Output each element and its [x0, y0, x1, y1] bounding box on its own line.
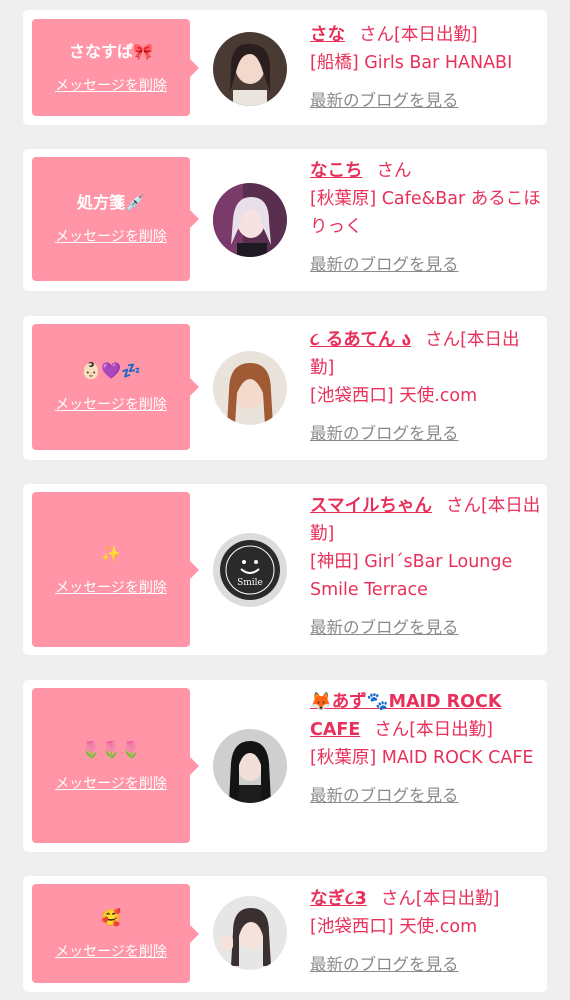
message-bubble: 処方箋💉 メッセージを削除 — [32, 157, 199, 281]
delete-message-link[interactable]: メッセージを削除 — [55, 75, 167, 95]
avatar[interactable] — [213, 32, 287, 106]
message-text: 🥰 — [101, 907, 121, 927]
status-text: さん[本日出勤] — [374, 720, 493, 740]
card-info: なぎ૮3 さん[本日出勤] [池袋西口] 天使.com 最新のブログを見る — [310, 885, 542, 979]
user-name-link[interactable]: ૮ るあてん ა — [310, 330, 411, 350]
latest-blog-link[interactable]: 最新のブログを見る — [310, 614, 542, 642]
delete-message-link[interactable]: メッセージを削除 — [55, 773, 167, 793]
message-list: さなすぱ🎀 メッセージを削除 さな さん[本日出勤] [船橋] Girls Bar… — [0, 0, 570, 1000]
latest-blog-link[interactable]: 最新のブログを見る — [310, 251, 542, 279]
delete-message-link[interactable]: メッセージを削除 — [55, 226, 167, 246]
user-name-link[interactable]: なぎ૮3 — [310, 889, 367, 909]
status-text: さん[本日出勤] — [359, 25, 478, 45]
delete-message-link[interactable]: メッセージを削除 — [55, 394, 167, 414]
avatar[interactable] — [213, 729, 287, 803]
message-card: 🥰 メッセージを削除 なぎ૮3 さん[本日出勤] [池袋西口] 天使.com 最新… — [23, 876, 547, 992]
latest-blog-link[interactable]: 最新のブログを見る — [310, 951, 542, 979]
svg-text:Smile: Smile — [237, 578, 263, 588]
message-card: 👶🏻💜💤 メッセージを削除 ૮ るあてん ა さん[本日出勤] [池袋西口] 天使… — [23, 316, 547, 460]
latest-blog-link[interactable]: 最新のブログを見る — [310, 420, 542, 448]
avatar[interactable]: Smile — [213, 533, 287, 607]
avatar[interactable] — [213, 183, 287, 257]
message-card: ✨ メッセージを削除 Smile スマイルちゃん さん[本日出勤] [神田] Gi… — [23, 484, 547, 655]
status-text: さん[本日出勤] — [380, 889, 500, 909]
message-text: 👶🏻💜💤 — [81, 361, 141, 380]
message-bubble: ✨ メッセージを削除 — [32, 492, 199, 647]
shop-name: [池袋西口] 天使.com — [310, 917, 478, 937]
message-card: さなすぱ🎀 メッセージを削除 さな さん[本日出勤] [船橋] Girls Bar… — [23, 10, 547, 125]
status-text: さん — [376, 161, 412, 181]
latest-blog-link[interactable]: 最新のブログを見る — [310, 87, 542, 115]
user-name-link[interactable]: なこち — [310, 161, 363, 181]
shop-name: [神田] Girl´sBar Lounge Smile Terrace — [310, 552, 513, 600]
message-bubble: 👶🏻💜💤 メッセージを削除 — [32, 324, 199, 450]
message-text: 🌷🌷🌷 — [81, 739, 141, 759]
avatar[interactable] — [213, 896, 287, 970]
card-info: ૮ るあてん ა さん[本日出勤] [池袋西口] 天使.com 最新のブログを見る — [310, 326, 542, 448]
message-text: 処方箋💉 — [77, 193, 145, 212]
card-info: スマイルちゃん さん[本日出勤] [神田] Girl´sBar Lounge Sm… — [310, 492, 542, 642]
card-info: さな さん[本日出勤] [船橋] Girls Bar HANABI 最新のブログを… — [310, 21, 542, 115]
card-info: 🦊あず🐾MAID ROCK CAFE さん[本日出勤] [秋葉原] MAID RO… — [310, 688, 542, 810]
message-text: さなすぱ🎀 — [69, 41, 153, 61]
shop-name: [船橋] Girls Bar HANABI — [310, 53, 513, 73]
card-info: なこち さん [秋葉原] Cafe&Bar あるこほりっく 最新のブログを見る — [310, 157, 542, 279]
latest-blog-link[interactable]: 最新のブログを見る — [310, 782, 542, 810]
shop-name: [池袋西口] 天使.com — [310, 386, 478, 406]
message-card: 🌷🌷🌷 メッセージを削除 🦊あず🐾MAID ROCK CAFE さん[本日出勤] … — [23, 680, 547, 852]
message-bubble: さなすぱ🎀 メッセージを削除 — [32, 19, 199, 116]
shop-name: [秋葉原] Cafe&Bar あるこほりっく — [310, 189, 541, 237]
message-text: ✨ — [101, 543, 121, 563]
message-bubble: 🥰 メッセージを削除 — [32, 884, 199, 983]
delete-message-link[interactable]: メッセージを削除 — [55, 941, 167, 961]
delete-message-link[interactable]: メッセージを削除 — [55, 577, 167, 597]
user-name-link[interactable]: さな — [310, 25, 345, 45]
message-card: 処方箋💉 メッセージを削除 なこち さん [秋葉原] Cafe&Bar あるこほり… — [23, 149, 547, 291]
message-bubble: 🌷🌷🌷 メッセージを削除 — [32, 688, 199, 843]
avatar[interactable] — [213, 351, 287, 425]
shop-name: [秋葉原] MAID ROCK CAFE — [310, 748, 534, 768]
user-name-link[interactable]: スマイルちゃん — [310, 496, 432, 516]
